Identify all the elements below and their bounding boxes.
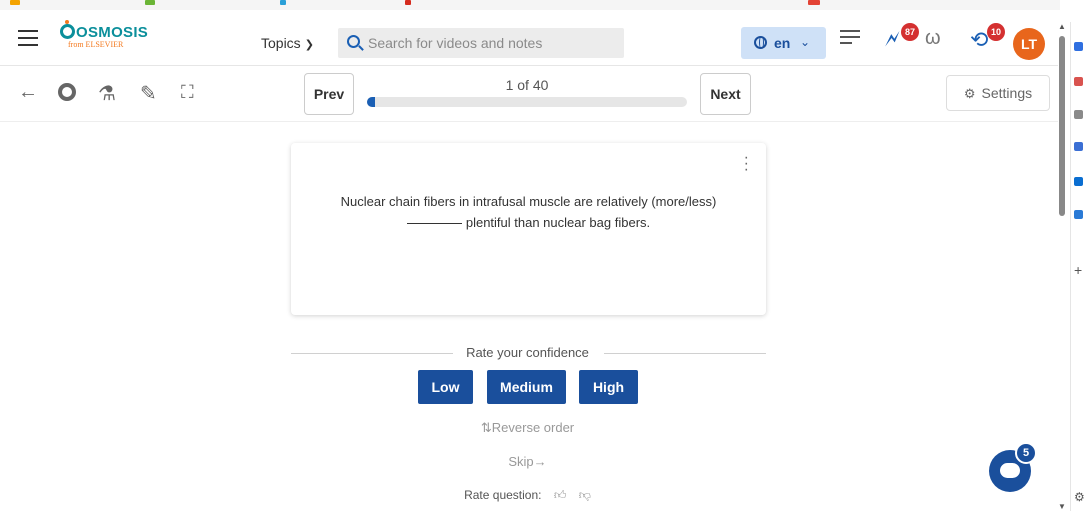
topics-menu[interactable]: Topics ❯ xyxy=(261,35,314,51)
osmosis-logo[interactable]: OSMOSIS from ELSEVIER xyxy=(60,20,149,49)
bolt-icon[interactable]: 🗲 xyxy=(885,26,900,52)
sidebar-app-icon[interactable] xyxy=(1074,142,1083,151)
search-box xyxy=(338,28,624,58)
next-button[interactable]: Next xyxy=(700,73,751,115)
progress-fill xyxy=(367,97,375,107)
more-options-icon[interactable]: · · · xyxy=(744,150,749,178)
skip-link[interactable]: Skip→ xyxy=(440,454,615,469)
sidebar-app-icon[interactable] xyxy=(1074,77,1083,86)
sidebar-app-icon[interactable] xyxy=(1074,110,1083,119)
globe-icon xyxy=(754,36,767,49)
scroll-down-icon[interactable]: ▼ xyxy=(1058,502,1066,511)
back-arrow-icon[interactable]: ← xyxy=(18,81,38,104)
confidence-title: Rate your confidence xyxy=(466,345,589,360)
prev-button[interactable]: Prev xyxy=(304,73,354,115)
logo-text: OSMOSIS xyxy=(76,24,149,41)
playlist-icon[interactable] xyxy=(840,30,860,48)
divider-left xyxy=(291,353,453,354)
search-icon xyxy=(347,35,360,48)
scroll-up-icon[interactable]: ▲ xyxy=(1058,22,1066,31)
page-scrollbar[interactable]: ▲ ▼ xyxy=(1058,22,1068,511)
stethoscope-icon[interactable]: ω xyxy=(925,27,941,50)
arrow-right-icon: → xyxy=(533,454,547,469)
progress-label: 1 of 40 xyxy=(505,77,549,93)
flashcard[interactable]: · · · Nuclear chain fibers in intrafusal m… xyxy=(291,143,766,315)
chevron-down-icon: ⌄ xyxy=(800,35,811,49)
swap-icon: ⇅ xyxy=(480,420,492,435)
scrollbar-thumb[interactable] xyxy=(1059,36,1065,216)
browser-side-panel: + ⚙ xyxy=(1070,22,1086,511)
confidence-medium-button[interactable]: Medium xyxy=(487,370,566,404)
progress-ring-icon[interactable] xyxy=(58,83,76,101)
logo-subtitle: from ELSEVIER xyxy=(68,40,124,49)
flask-icon[interactable]: ⚗ xyxy=(98,81,116,106)
question-text-part2: plentiful than nuclear bag fibers. xyxy=(465,215,651,230)
question-text-part1: Nuclear chain fibers in intrafusal muscl… xyxy=(340,194,717,209)
settings-label: Settings xyxy=(981,84,1033,101)
flashcard-question: Nuclear chain fibers in intrafusal muscl… xyxy=(311,191,746,233)
menu-icon[interactable] xyxy=(18,30,38,46)
confidence-high-button[interactable]: High xyxy=(579,370,638,404)
pencil-icon[interactable]: ✎ xyxy=(140,81,157,106)
sidebar-app-icon[interactable] xyxy=(1074,177,1083,186)
question-blank xyxy=(406,223,462,224)
skip-label: Skip xyxy=(508,454,534,469)
flashcard-toolbar: ← ⚗ ✎ ⛶ Prev 1 of 40 Next ⚙ Settings xyxy=(0,67,1058,122)
history-icon[interactable]: ⟲ xyxy=(970,27,988,53)
progress-bar xyxy=(367,97,687,107)
chat-badge: 5 xyxy=(1015,442,1037,464)
gear-icon[interactable]: ⚙ xyxy=(1074,490,1085,504)
reverse-order-link[interactable]: ⇅Reverse order xyxy=(440,420,615,436)
chat-button[interactable]: 5 xyxy=(989,442,1037,492)
sidebar-app-icon[interactable] xyxy=(1074,42,1083,51)
fullscreen-icon[interactable]: ⛶ xyxy=(181,82,194,103)
bolt-badge: 87 xyxy=(901,23,919,41)
history-badge: 10 xyxy=(987,23,1005,41)
sidebar-app-icon[interactable] xyxy=(1074,210,1083,219)
topics-label: Topics xyxy=(261,35,301,51)
language-selector[interactable]: en ⌄ xyxy=(741,27,826,59)
reverse-order-label: Reverse order xyxy=(491,420,575,435)
bookmarks-bar xyxy=(0,0,1060,10)
search-input[interactable] xyxy=(368,33,618,53)
rate-question: Rate question: 👍︎ 👎︎ xyxy=(440,488,615,503)
top-nav: OSMOSIS from ELSEVIER Topics❯ en ⌄ 🗲 87 … xyxy=(0,14,1058,66)
avatar[interactable]: LT xyxy=(1013,28,1045,60)
chevron-down-icon: ❯ xyxy=(304,39,314,51)
thumbs-up-icon[interactable]: 👍︎ xyxy=(554,488,567,502)
gear-icon: ⚙ xyxy=(963,85,976,101)
rate-question-label: Rate question: xyxy=(464,488,542,502)
divider-right xyxy=(604,353,766,354)
add-icon[interactable]: + xyxy=(1074,262,1082,278)
language-label: en xyxy=(774,35,791,51)
confidence-low-button[interactable]: Low xyxy=(418,370,473,404)
thumbs-down-icon[interactable]: 👎︎ xyxy=(579,488,591,502)
settings-button[interactable]: ⚙ Settings xyxy=(946,75,1050,111)
